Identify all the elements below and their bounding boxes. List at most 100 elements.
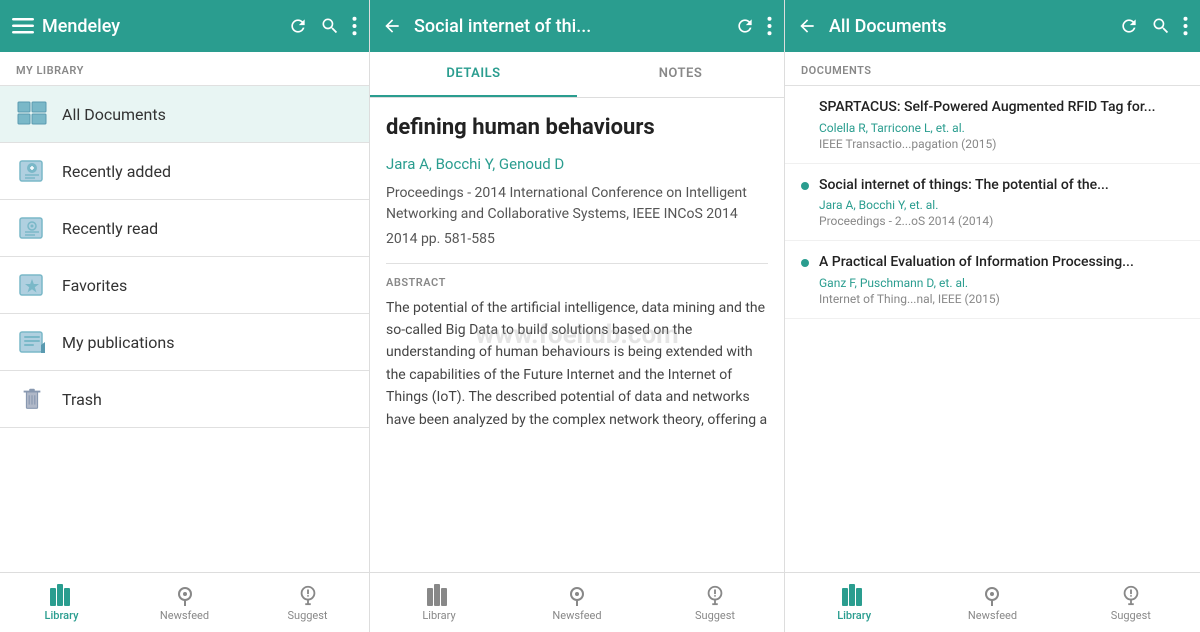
doc-info-2: A Practical Evaluation of Information Pr… — [819, 253, 1184, 306]
hamburger-icon[interactable] — [12, 18, 34, 34]
sidebar-item-trash[interactable]: Trash — [0, 371, 369, 427]
doc-bullet-2 — [801, 259, 809, 267]
sidebar-item-my-publications[interactable]: My publications — [0, 314, 369, 370]
doc-title-2: A Practical Evaluation of Information Pr… — [819, 253, 1184, 273]
right-panel: All Documents DOCUMENTS SPARTACUS: Self-… — [785, 0, 1200, 632]
doc-source-1: Proceedings - 2...oS 2014 (2014) — [819, 214, 1184, 228]
middle-suggest-icon — [703, 584, 727, 606]
recently-read-icon — [16, 214, 48, 242]
documents-label: DOCUMENTS — [785, 52, 1200, 85]
doc-title-1: Social internet of things: The potential… — [819, 176, 1184, 196]
tab-details[interactable]: DETAILS — [370, 52, 577, 97]
right-library-icon — [842, 584, 866, 606]
middle-tab-suggest[interactable]: Suggest — [646, 578, 784, 628]
right-newsfeed-icon — [980, 584, 1004, 606]
doc-info-0: SPARTACUS: Self-Powered Augmented RFID T… — [819, 98, 1184, 151]
back-icon[interactable] — [382, 16, 402, 36]
sidebar-item-recently-added[interactable]: Recently added — [0, 143, 369, 199]
middle-title: Social internet of thi... — [414, 16, 735, 37]
middle-newsfeed-label: Newsfeed — [552, 609, 601, 622]
trash-icon — [16, 385, 48, 413]
right-title: All Documents — [829, 16, 1119, 37]
right-tab-suggest[interactable]: Suggest — [1062, 578, 1200, 628]
middle-panel: Social internet of thi... DETAILS NOTES … — [370, 0, 785, 632]
my-publications-icon — [16, 328, 48, 356]
middle-refresh-icon[interactable] — [735, 16, 755, 36]
middle-top-icons — [735, 16, 772, 36]
doc-item-3[interactable]: Power Consumption for Global Information… — [785, 319, 1200, 329]
doc-item-1[interactable]: Social internet of things: The potential… — [785, 164, 1200, 242]
right-more-icon[interactable] — [1183, 16, 1188, 36]
right-search-icon[interactable] — [1151, 16, 1171, 36]
newsfeed-tab-label: Newsfeed — [160, 609, 209, 622]
left-panel: Mendeley MY LIBRARY All Documents Recent… — [0, 0, 370, 632]
middle-tab-newsfeed[interactable]: Newsfeed — [508, 578, 646, 628]
paper-source: Proceedings - 2014 International Confere… — [386, 183, 768, 225]
middle-suggest-label: Suggest — [695, 609, 735, 622]
tab-suggest[interactable]: Suggest — [246, 578, 369, 628]
doc-info-1: Social internet of things: The potential… — [819, 176, 1184, 229]
detail-tabs: DETAILS NOTES — [370, 52, 784, 98]
middle-tab-bar: Library Newsfeed Suggest — [370, 572, 784, 632]
middle-library-label: Library — [422, 609, 455, 622]
document-list: SPARTACUS: Self-Powered Augmented RFID T… — [785, 86, 1200, 329]
doc-source-2: Internet of Thing...nal, IEEE (2015) — [819, 292, 1184, 306]
recently-read-label: Recently read — [62, 219, 158, 238]
tab-newsfeed[interactable]: Newsfeed — [123, 578, 246, 628]
trash-label: Trash — [62, 390, 102, 409]
right-back-icon[interactable] — [797, 16, 817, 36]
right-tab-bar: Library Newsfeed Suggest — [785, 572, 1200, 632]
my-library-label: MY LIBRARY — [0, 52, 369, 85]
tab-library[interactable]: Library — [0, 578, 123, 628]
paper-authors: Jara A, Bocchi Y, Genoud D — [386, 155, 768, 173]
doc-authors-0: Colella R, Tarricone L, et. al. — [819, 121, 1184, 135]
doc-authors-1: Jara A, Bocchi Y, et. al. — [819, 198, 1184, 212]
middle-content-wrap: defining human behaviours Jara A, Bocchi… — [370, 98, 784, 572]
library-tab-label: Library — [45, 609, 79, 622]
tab-notes[interactable]: NOTES — [577, 52, 784, 97]
right-tab-library[interactable]: Library — [785, 578, 923, 628]
suggest-tab-label: Suggest — [287, 609, 327, 622]
right-newsfeed-label: Newsfeed — [968, 609, 1017, 622]
sidebar-item-all-documents[interactable]: All Documents — [0, 86, 369, 142]
doc-source-0: IEEE Transactio...pagation (2015) — [819, 137, 1184, 151]
doc-item-0[interactable]: SPARTACUS: Self-Powered Augmented RFID T… — [785, 86, 1200, 164]
top-bar-icons — [288, 16, 357, 36]
paper-year: 2014 pp. 581-585 — [386, 231, 768, 247]
favorites-label: Favorites — [62, 276, 127, 295]
paper-title: defining human behaviours — [386, 114, 768, 143]
recently-added-icon — [16, 157, 48, 185]
search-icon[interactable] — [320, 16, 340, 36]
middle-newsfeed-icon — [565, 584, 589, 606]
middle-more-icon[interactable] — [767, 16, 772, 36]
right-refresh-icon[interactable] — [1119, 16, 1139, 36]
my-publications-label: My publications — [62, 333, 175, 352]
left-tab-bar: Library Newsfeed Suggest — [0, 572, 369, 632]
refresh-icon[interactable] — [288, 16, 308, 36]
right-suggest-label: Suggest — [1111, 609, 1151, 622]
sidebar-item-recently-read[interactable]: Recently read — [0, 200, 369, 256]
left-top-bar: Mendeley — [0, 0, 369, 52]
abstract-label: ABSTRACT — [386, 263, 768, 289]
library-tab-icon — [50, 584, 74, 606]
middle-tab-library[interactable]: Library — [370, 578, 508, 628]
suggest-tab-icon — [296, 584, 320, 606]
abstract-text: The potential of the artificial intellig… — [386, 297, 768, 431]
sidebar-item-favorites[interactable]: Favorites — [0, 257, 369, 313]
all-documents-label: All Documents — [62, 105, 166, 124]
recently-added-label: Recently added — [62, 162, 171, 181]
middle-top-bar: Social internet of thi... — [370, 0, 784, 52]
right-suggest-icon — [1119, 584, 1143, 606]
more-options-icon[interactable] — [352, 16, 357, 36]
middle-library-icon — [427, 584, 451, 606]
right-library-label: Library — [837, 609, 871, 622]
doc-bullet-1 — [801, 182, 809, 190]
right-tab-newsfeed[interactable]: Newsfeed — [923, 578, 1061, 628]
favorites-icon — [16, 271, 48, 299]
doc-title-0: SPARTACUS: Self-Powered Augmented RFID T… — [819, 98, 1184, 118]
doc-item-2[interactable]: A Practical Evaluation of Information Pr… — [785, 241, 1200, 319]
app-title: Mendeley — [42, 16, 288, 37]
newsfeed-tab-icon — [173, 584, 197, 606]
right-top-bar: All Documents — [785, 0, 1200, 52]
all-documents-icon — [16, 100, 48, 128]
